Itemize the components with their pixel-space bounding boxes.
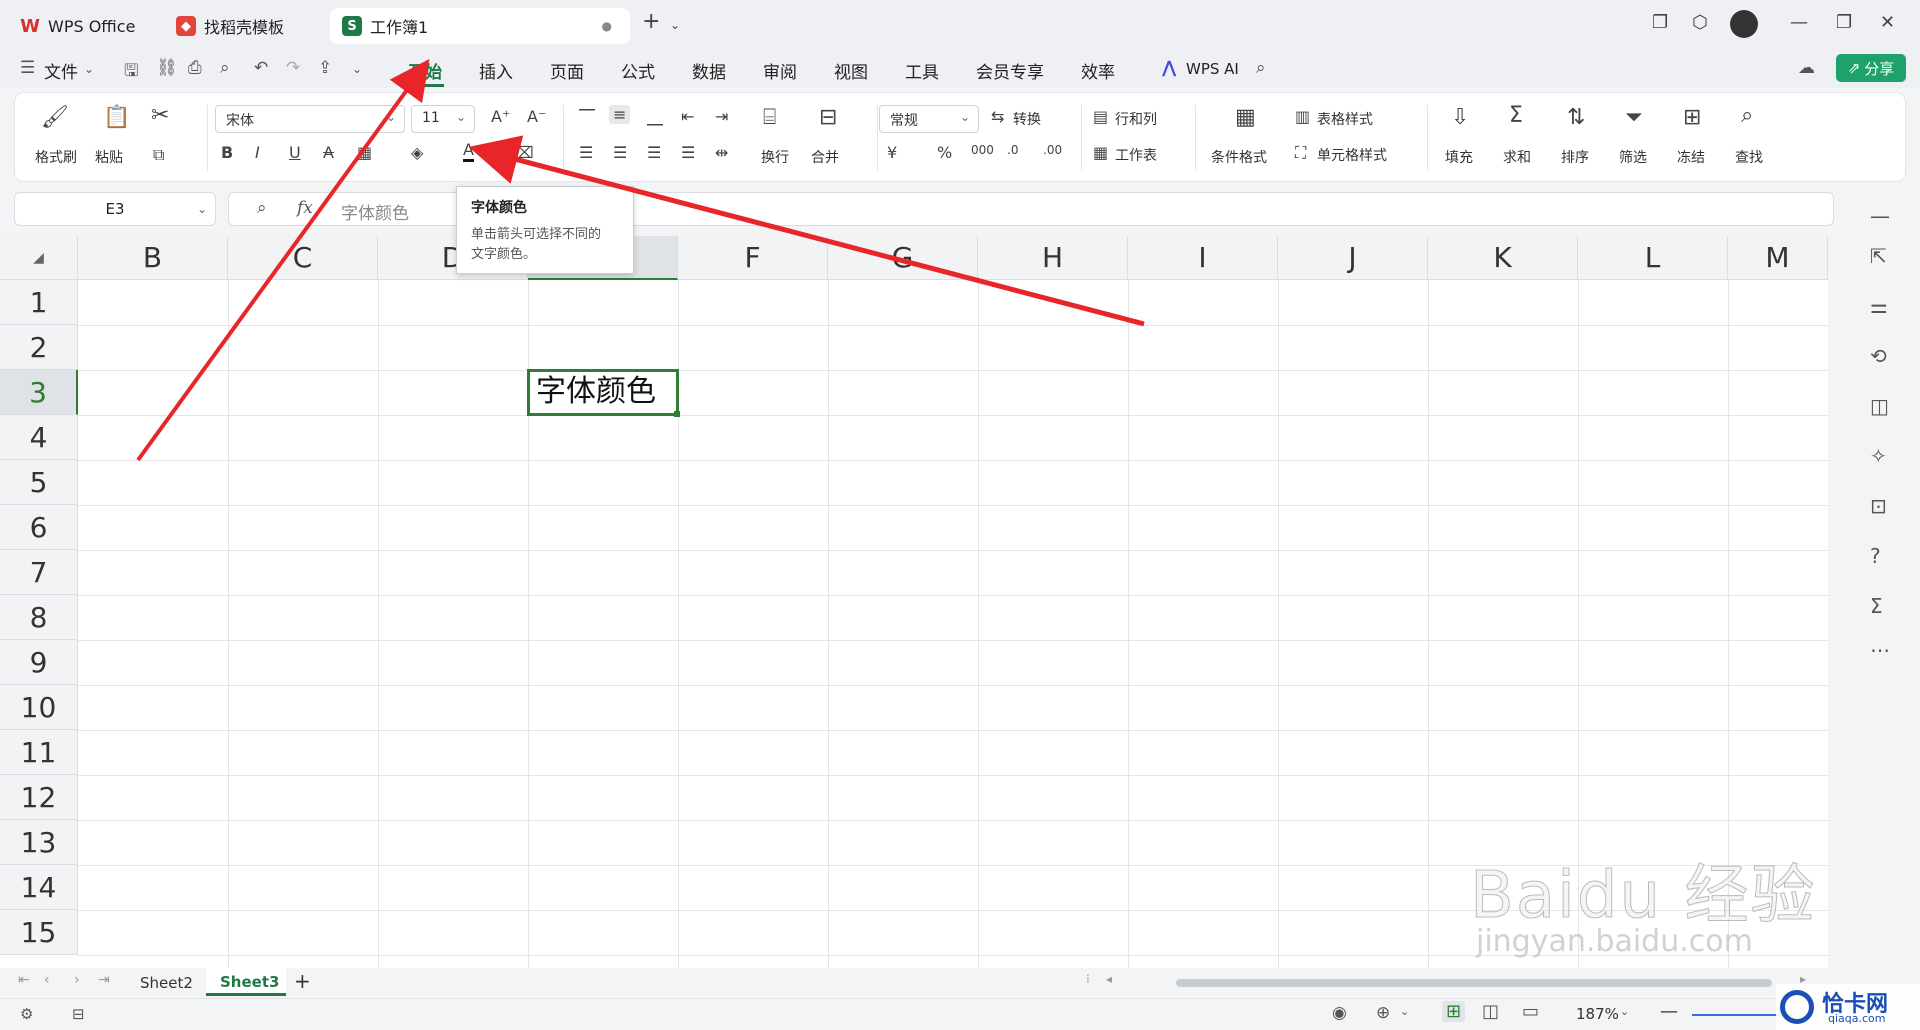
arrow-to-font-color bbox=[468, 135, 1145, 327]
arrow-to-home-tab bbox=[136, 59, 430, 462]
annotation-arrows bbox=[136, 59, 1145, 462]
wps-window: W WPS Office ◆ 找稻壳模板 S 工作簿1 ● + ⌄ ❐ ⬡ — … bbox=[0, 0, 1920, 1030]
